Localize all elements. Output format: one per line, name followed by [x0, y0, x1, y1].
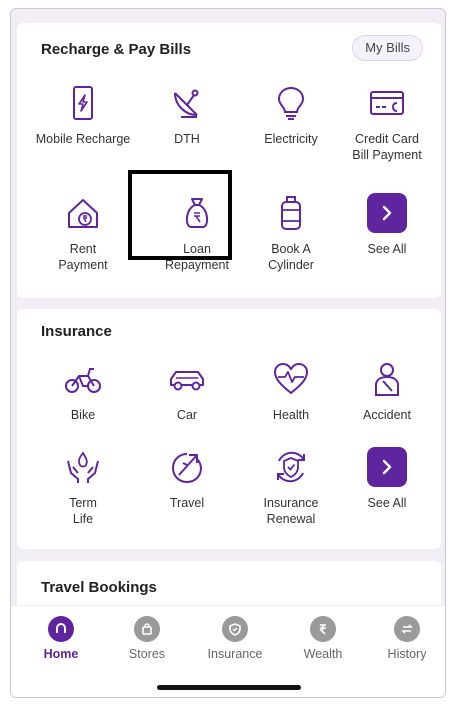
hands-flame-icon [67, 451, 99, 483]
tile-label: Credit Card Bill Payment [352, 132, 422, 162]
nav-history[interactable]: History [363, 616, 445, 661]
tile-credit-card[interactable]: Credit Card Bill Payment [335, 83, 439, 163]
tile-label: Rent Payment [58, 242, 108, 272]
tile-mobile-recharge[interactable]: Mobile Recharge [31, 83, 135, 147]
shield-renewal-icon [277, 451, 305, 483]
bag-icon [134, 616, 160, 642]
recharge-section: Recharge & Pay Bills My Bills Mobile Rec… [17, 23, 441, 298]
tile-insurance-renewal[interactable]: Insurance Renewal [239, 447, 343, 527]
nav-label: Home [43, 647, 79, 661]
tile-label: Car [176, 408, 198, 422]
accident-person-icon [375, 363, 399, 396]
tile-label: Electricity [264, 132, 318, 146]
tile-health[interactable]: Health [239, 359, 343, 423]
chevron-right-icon [382, 205, 392, 221]
tile-electricity[interactable]: Electricity [239, 83, 343, 147]
nav-stores[interactable]: Stores [103, 616, 191, 661]
plane-globe-icon [171, 453, 203, 484]
tile-term-life[interactable]: Term Life [31, 447, 135, 527]
tile-label: Travel [169, 496, 205, 510]
heart-pulse-icon [273, 362, 309, 395]
arrows-icon [394, 616, 420, 642]
insurance-section: Insurance Bike Car Health Accident Term … [17, 309, 441, 549]
tile-car[interactable]: Car [135, 359, 239, 423]
rupee-icon [310, 616, 336, 642]
nav-label: Wealth [303, 647, 343, 661]
section-title-recharge: Recharge & Pay Bills [41, 41, 192, 58]
see-all-button[interactable] [367, 193, 407, 233]
tile-accident[interactable]: Accident [335, 359, 439, 423]
nav-wealth[interactable]: Wealth [279, 616, 367, 661]
tile-label: Book A Cylinder [268, 242, 314, 272]
money-bag-icon [185, 198, 209, 228]
cylinder-icon [281, 196, 301, 230]
car-icon [170, 371, 204, 391]
section-title-travel: Travel Bookings [41, 579, 157, 596]
nav-home[interactable]: Home [17, 616, 105, 661]
home-icon [48, 616, 74, 642]
chevron-right-icon [382, 459, 392, 475]
nav-label: History [387, 647, 427, 661]
nav-label: Stores [128, 647, 166, 661]
tile-dth[interactable]: DTH [135, 83, 239, 147]
house-rupee-icon [68, 199, 98, 228]
tile-label: Loan Repayment [165, 242, 229, 272]
tile-loan-repayment[interactable]: Loan Repayment [145, 193, 249, 273]
tile-label: Bike [70, 408, 96, 422]
tile-bike[interactable]: Bike [31, 359, 135, 423]
shield-icon [222, 616, 248, 642]
tile-see-all-insurance[interactable]: See All [335, 447, 439, 511]
satellite-dish-icon [174, 89, 199, 118]
section-title-insurance: Insurance [41, 323, 112, 340]
tile-travel[interactable]: Travel [135, 447, 239, 511]
mobile-recharge-icon [73, 86, 93, 120]
see-all-button[interactable] [367, 447, 407, 487]
tile-label: Health [272, 408, 310, 422]
tile-label: Term Life [69, 496, 97, 526]
tile-label: See All [367, 242, 407, 256]
tile-see-all-recharge[interactable]: See All [335, 193, 439, 257]
tile-label: Mobile Recharge [35, 132, 131, 146]
tile-rent-payment[interactable]: Rent Payment [31, 193, 135, 273]
nav-label: Insurance [207, 647, 263, 661]
tile-label: Accident [363, 408, 411, 422]
app-frame: Recharge & Pay Bills My Bills Mobile Rec… [10, 8, 446, 698]
credit-card-icon [370, 91, 404, 115]
home-indicator [157, 685, 301, 690]
tile-label: DTH [174, 132, 200, 146]
nav-insurance[interactable]: Insurance [191, 616, 279, 661]
tile-label: See All [367, 496, 407, 510]
bulb-icon [277, 86, 305, 120]
my-bills-button[interactable]: My Bills [352, 35, 423, 61]
tile-book-cylinder[interactable]: Book A Cylinder [239, 193, 343, 273]
tile-label: Insurance Renewal [263, 496, 319, 526]
bike-icon [65, 368, 101, 393]
